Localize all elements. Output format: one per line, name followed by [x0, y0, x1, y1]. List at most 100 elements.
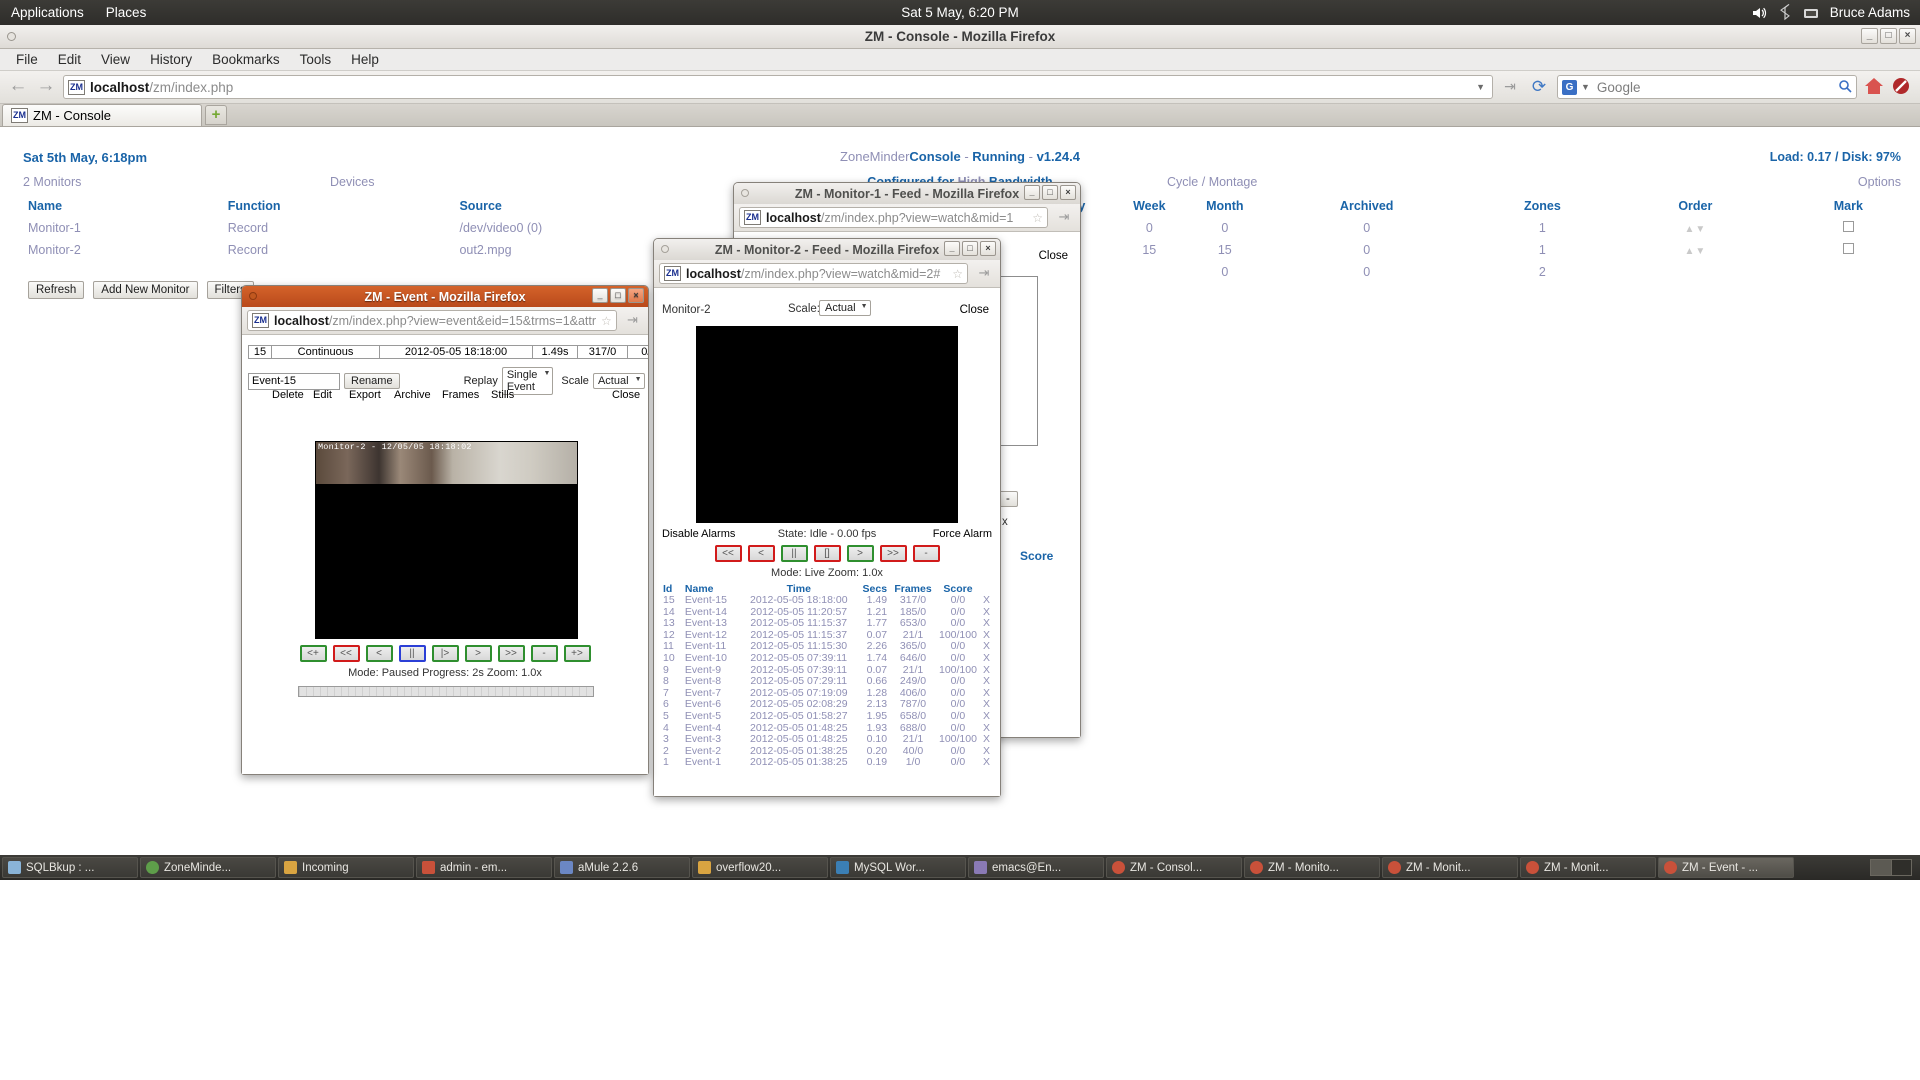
control-rewind[interactable]: < — [747, 545, 775, 562]
order-arrows-icon[interactable]: ▲▼ — [1684, 224, 1706, 235]
event-scale-select[interactable]: Actual ▼ — [592, 373, 645, 389]
cell-function[interactable]: Record — [228, 217, 460, 239]
list-item[interactable]: 1 Event-1 2012-05-05 01:38:25 0.19 1/0 0/0 X — [660, 757, 994, 769]
maximize-button[interactable]: □ — [962, 241, 978, 256]
cell-name[interactable]: Monitor-2 — [0, 239, 228, 261]
list-item[interactable]: 15 Event-15 2012-05-05 18:18:00 1.49 317/0 0/… — [660, 594, 994, 607]
forward-icon[interactable]: → — [35, 76, 57, 98]
menu-file[interactable]: File — [7, 50, 47, 69]
cell-name[interactable]: Event-10 — [682, 652, 740, 665]
minimize-button[interactable]: _ — [592, 288, 608, 303]
task-zoneminder[interactable]: ZoneMinde... — [140, 857, 276, 878]
stills-link[interactable]: Stills — [491, 389, 514, 401]
minimize-button[interactable]: _ — [944, 241, 960, 256]
control-rewind-fast[interactable]: << — [332, 645, 360, 662]
cell-month[interactable]: 15 — [1187, 239, 1262, 261]
control-next-event[interactable]: +> — [563, 645, 591, 662]
cell-mark[interactable] — [1777, 239, 1920, 261]
network-icon[interactable] — [1802, 4, 1820, 22]
event-name-input[interactable] — [248, 372, 340, 390]
th-order[interactable]: Order — [1614, 195, 1777, 217]
task-sqlbkup[interactable]: SQLBkup : ... — [2, 857, 138, 878]
cycle-link[interactable]: Cycle — [1167, 175, 1198, 189]
home-icon[interactable] — [1863, 76, 1885, 98]
control-rewind-fast[interactable]: << — [714, 545, 742, 562]
search-bar[interactable]: G ▼ Google — [1557, 75, 1857, 99]
order-arrows-icon[interactable]: ▲▼ — [1684, 246, 1706, 257]
list-item[interactable]: 8 Event-8 2012-05-05 07:29:11 0.66 249/0 0/0 X — [660, 676, 994, 688]
archive-link[interactable]: Archive — [394, 389, 431, 401]
monitor2-titlebar[interactable]: ZM - Monitor-2 - Feed - Mozilla Firefox … — [654, 239, 1000, 260]
menu-history[interactable]: History — [141, 50, 201, 69]
cell-zones[interactable]: 1 — [1471, 239, 1614, 261]
monitor1-titlebar[interactable]: ZM - Monitor-1 - Feed - Mozilla Firefox … — [734, 183, 1080, 204]
workspace-1[interactable] — [1871, 860, 1892, 875]
chevron-down-icon[interactable]: ▼ — [635, 376, 642, 383]
control-zoom-out[interactable]: - — [912, 545, 940, 562]
task-overflow[interactable]: overflow20... — [692, 857, 828, 878]
mark-checkbox[interactable] — [1842, 221, 1854, 232]
monitor2-address-bar[interactable]: ZM localhost/zm/index.php?view=watch&mid… — [659, 263, 968, 284]
export-link[interactable]: Export — [349, 389, 381, 401]
window-menu-icon[interactable] — [661, 245, 669, 253]
cell-name[interactable]: Event-15 — [682, 594, 740, 607]
cell-name[interactable]: Event-8 — [682, 676, 740, 688]
frames-link[interactable]: Frames — [442, 389, 479, 401]
cell-name[interactable]: Event-3 — [682, 734, 740, 746]
control-zoom-out[interactable]: - — [530, 645, 558, 662]
window-menu-icon[interactable] — [741, 189, 749, 197]
chevron-down-icon[interactable]: ▼ — [1476, 82, 1488, 92]
monitor1-close-link[interactable]: Close — [1039, 250, 1068, 262]
menu-edit[interactable]: Edit — [49, 50, 90, 69]
cell-function[interactable]: Record — [228, 239, 460, 261]
th-function[interactable]: Function — [228, 195, 460, 217]
control-rewind[interactable]: < — [365, 645, 393, 662]
add-new-monitor-button[interactable]: Add New Monitor — [93, 281, 198, 299]
workspace-2[interactable] — [1892, 860, 1912, 875]
bookmark-star-icon[interactable]: ☆ — [601, 314, 612, 328]
cell-archived[interactable]: 0 — [1263, 239, 1471, 261]
adblock-icon[interactable] — [1891, 76, 1913, 98]
monitor2-feed-window[interactable]: ZM - Monitor-2 - Feed - Mozilla Firefox … — [653, 238, 1001, 797]
event-window[interactable]: ZM - Event - Mozilla Firefox _ □ × ZM lo… — [241, 285, 649, 775]
chevron-down-icon[interactable]: ▼ — [861, 303, 868, 310]
event-image[interactable]: Monitor-2 - 12/05/05 18:18:02 — [315, 441, 578, 639]
close-button[interactable]: × — [628, 288, 644, 303]
cell-name[interactable]: Event-1 — [682, 757, 740, 769]
workspace-switcher[interactable] — [1870, 859, 1918, 876]
task-zm-monitor-a[interactable]: ZM - Monito... — [1244, 857, 1380, 878]
cell-name[interactable]: Event-5 — [682, 710, 740, 723]
cell-mark[interactable] — [1777, 217, 1920, 239]
th-week[interactable]: Week — [1112, 195, 1187, 217]
control-play[interactable]: > — [846, 545, 874, 562]
th-archived[interactable]: Archived — [1263, 195, 1471, 217]
rename-button[interactable]: Rename — [344, 373, 400, 389]
event-titlebar[interactable]: ZM - Event - Mozilla Firefox _ □ × — [242, 286, 648, 307]
minimize-button[interactable]: _ — [1024, 185, 1040, 200]
google-icon[interactable]: G — [1562, 79, 1577, 95]
edit-link[interactable]: Edit — [313, 389, 332, 401]
cell-zones[interactable]: 1 — [1471, 217, 1614, 239]
cell-delete[interactable]: X — [980, 676, 994, 688]
bookmark-star-icon[interactable]: ☆ — [952, 267, 963, 281]
applications-menu[interactable]: Applications — [0, 0, 95, 25]
close-button[interactable]: × — [1060, 185, 1076, 200]
tab-zm-console[interactable]: ZM ZM - Console — [2, 104, 202, 126]
refresh-button[interactable]: Refresh — [28, 281, 85, 299]
task-zm-event[interactable]: ZM - Event - ... — [1658, 857, 1794, 878]
close-button[interactable]: × — [1899, 28, 1916, 44]
maximize-button[interactable]: □ — [610, 288, 626, 303]
cell-name[interactable]: Monitor-1 — [0, 217, 228, 239]
list-item[interactable]: 5 Event-5 2012-05-05 01:58:27 1.95 658/0 0/0 X — [660, 710, 994, 723]
go-icon[interactable]: ⇥ — [1053, 207, 1075, 229]
monitor2-scale-select-wrap[interactable]: Actual ▼ — [819, 299, 871, 316]
event-progress-bar[interactable] — [298, 686, 594, 697]
menu-tools[interactable]: Tools — [291, 50, 341, 69]
close-link[interactable]: Close — [612, 389, 640, 401]
close-button[interactable]: × — [980, 241, 996, 256]
delete-link[interactable]: Delete — [272, 389, 304, 401]
cell-delete[interactable]: X — [980, 757, 994, 769]
task-admin-email[interactable]: admin - em... — [416, 857, 552, 878]
list-item[interactable]: 3 Event-3 2012-05-05 01:48:25 0.10 21/1 100/1… — [660, 734, 994, 746]
monitor1-address-bar[interactable]: ZM localhost/zm/index.php?view=watch&mid… — [739, 207, 1048, 228]
